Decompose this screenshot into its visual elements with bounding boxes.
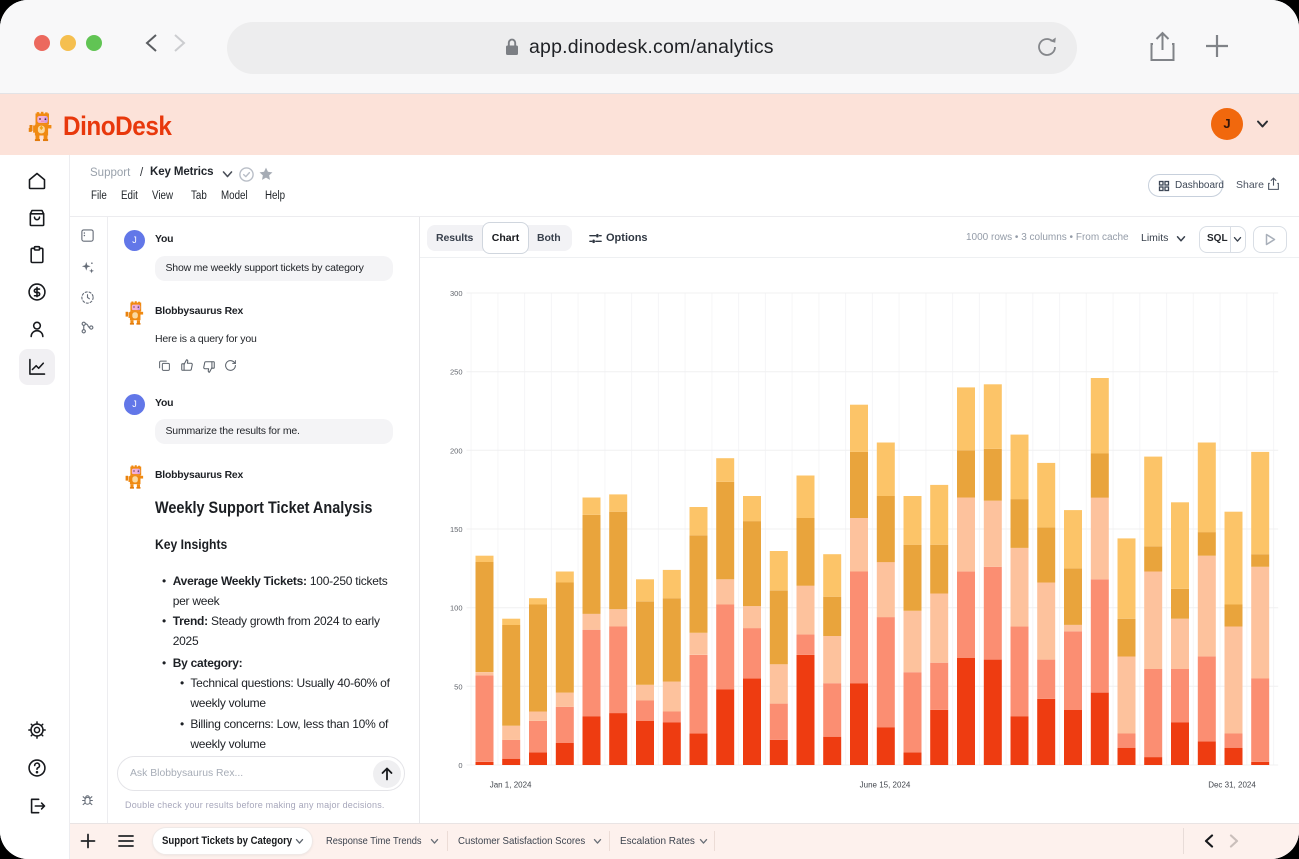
svg-text:50: 50	[454, 682, 462, 691]
svg-text:300: 300	[450, 289, 463, 298]
svg-text:150: 150	[450, 525, 463, 534]
svg-text:250: 250	[450, 368, 463, 377]
svg-text:100: 100	[450, 604, 463, 613]
svg-text:June 15, 2024: June 15, 2024	[860, 781, 911, 790]
svg-text:0: 0	[458, 761, 462, 770]
svg-text:200: 200	[450, 446, 463, 455]
svg-text:Jan 1, 2024: Jan 1, 2024	[490, 781, 532, 790]
svg-text:Dec 31, 2024: Dec 31, 2024	[1208, 781, 1256, 790]
